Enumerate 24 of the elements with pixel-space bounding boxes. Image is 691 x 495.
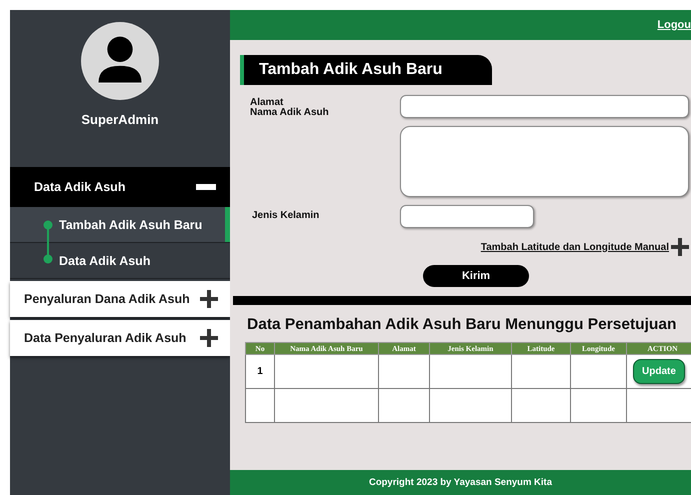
copyright-text: Copyright 2023 by Yayasan Senyum Kita xyxy=(368,477,552,488)
field-label: Alamat xyxy=(250,98,284,108)
plus-icon xyxy=(200,290,218,308)
menu-item[interactable]: Penyaluran Dana Adik Asuh xyxy=(10,281,230,317)
menu-item[interactable]: Data Penyaluran Adik Asuh xyxy=(10,320,230,356)
field-label: Nama Adik Asuh xyxy=(250,108,330,118)
plus-icon xyxy=(200,329,218,347)
logout-link[interactable]: Logou xyxy=(657,19,691,31)
input-field[interactable] xyxy=(400,95,689,118)
submit-button[interactable]: Kirim xyxy=(423,265,529,287)
plus-icon[interactable] xyxy=(671,238,689,256)
text-area[interactable] xyxy=(400,126,689,197)
input-field[interactable] xyxy=(400,205,534,228)
tree-line-icon xyxy=(43,220,53,264)
submenu-item[interactable]: Tambah Adik Asuh Baru xyxy=(10,207,230,243)
table-title: Data Penambahan Adik Asuh Baru Menunggu Persetujuan xyxy=(247,316,678,334)
table-cell: 1 xyxy=(257,366,263,377)
menu-item[interactable]: Data Adik Asuh xyxy=(10,167,230,207)
minus-icon xyxy=(196,184,216,190)
form-title: Tambah Adik Asuh Baru xyxy=(240,55,492,85)
add-coordinates-link[interactable]: Tambah Latitude dan Longitude Manual xyxy=(480,242,669,252)
avatar-icon xyxy=(81,22,159,100)
user-name: SuperAdmin xyxy=(81,112,159,127)
field-label: Jenis Kelamin xyxy=(252,211,320,221)
